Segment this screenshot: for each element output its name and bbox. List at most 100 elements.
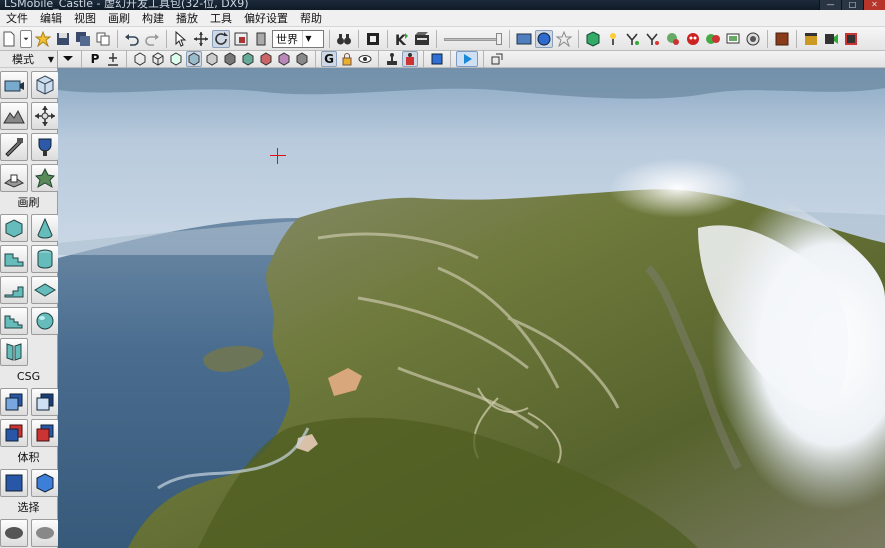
stop-icon[interactable]	[429, 51, 445, 67]
csg-intersect-button[interactable]	[0, 419, 28, 447]
wireframe-icon[interactable]	[150, 51, 166, 67]
menu-view[interactable]: 视图	[68, 10, 102, 27]
viewport-menu-icon[interactable]	[60, 51, 76, 67]
build-all-icon[interactable]	[664, 30, 682, 48]
material-editor-icon[interactable]	[773, 30, 791, 48]
save-all-icon[interactable]	[74, 30, 92, 48]
unlit-icon[interactable]	[168, 51, 184, 67]
sheet-brush-button[interactable]	[0, 338, 28, 366]
cube-brush-button[interactable]	[0, 214, 28, 242]
lock-icon[interactable]	[339, 51, 355, 67]
maximize-button[interactable]: □	[841, 0, 863, 10]
select-pointer-icon[interactable]	[172, 30, 190, 48]
camera-mode-button[interactable]	[0, 71, 28, 99]
lighting-globe-icon[interactable]	[535, 29, 553, 48]
build-geometry-icon[interactable]	[584, 30, 602, 48]
spiral-stairs-brush-button[interactable]	[0, 276, 28, 304]
window-controls: — □ ✕	[819, 0, 885, 10]
undo-icon[interactable]	[123, 30, 141, 48]
nonuniform-scale-icon[interactable]	[252, 30, 270, 48]
play-in-editor-icon[interactable]	[684, 30, 702, 48]
build-cover-icon[interactable]	[644, 30, 662, 48]
minimize-button[interactable]: —	[819, 0, 841, 10]
record-icon[interactable]	[822, 30, 840, 48]
curved-stairs-brush-button[interactable]	[0, 307, 28, 335]
terrain-mode-button[interactable]	[0, 102, 28, 130]
build-lighting-icon[interactable]	[604, 30, 622, 48]
mobile-icon[interactable]	[744, 30, 762, 48]
binoculars-icon[interactable]	[335, 30, 353, 48]
lighting-only-icon[interactable]	[204, 51, 220, 67]
maximize-viewport-icon[interactable]	[489, 51, 505, 67]
perspective-toggle[interactable]: P	[87, 51, 103, 67]
toolbar-separator	[578, 29, 579, 48]
eye-icon[interactable]	[357, 51, 373, 67]
show-selected-button[interactable]	[0, 519, 28, 547]
favorite-star-icon[interactable]	[34, 30, 52, 48]
menu-file[interactable]: 文件	[0, 10, 34, 27]
move-mode-button[interactable]	[31, 102, 59, 130]
brush-wireframe-icon[interactable]	[132, 51, 148, 67]
coordinate-system-select[interactable]: 世界 ▼	[272, 29, 324, 48]
lock-viewport-icon[interactable]	[105, 51, 121, 67]
add-special-button[interactable]	[31, 469, 59, 497]
save-icon[interactable]	[54, 30, 72, 48]
light-complexity-icon[interactable]	[222, 51, 238, 67]
menu-brush[interactable]: 画刷	[102, 10, 136, 27]
realtime-actor-icon[interactable]	[402, 51, 418, 67]
sphere-brush-button[interactable]	[31, 307, 59, 335]
build-paths-icon[interactable]	[624, 30, 642, 48]
menu-edit[interactable]: 编辑	[34, 10, 68, 27]
lit-icon[interactable]	[186, 51, 202, 67]
cylinder-brush-button[interactable]	[31, 245, 59, 273]
joystick-icon[interactable]	[384, 51, 400, 67]
clapper-icon[interactable]	[802, 30, 820, 48]
texture-align-mode-button[interactable]	[0, 133, 28, 161]
kismet-icon[interactable]: K	[393, 30, 411, 48]
game-view-toggle[interactable]: G	[321, 51, 337, 67]
csg-deintersect-button[interactable]	[31, 419, 59, 447]
close-button[interactable]: ✕	[863, 0, 885, 10]
content-browser-icon[interactable]	[364, 30, 382, 48]
copy-icon[interactable]	[94, 30, 112, 48]
new-dropdown-icon[interactable]	[20, 29, 32, 48]
translate-icon[interactable]	[192, 30, 210, 48]
perspective-viewport[interactable]	[58, 68, 885, 548]
geometry-mode-button[interactable]	[31, 71, 59, 99]
mesh-paint-mode-button[interactable]	[31, 133, 59, 161]
redo-icon[interactable]	[143, 30, 161, 48]
menu-preferences[interactable]: 偏好设置	[238, 10, 294, 27]
hide-selected-button[interactable]	[31, 519, 59, 547]
chevron-down-icon[interactable]: ▼	[48, 55, 54, 64]
menu-build[interactable]: 构建	[136, 10, 170, 27]
star-outline-icon[interactable]	[555, 30, 573, 48]
lightmap-density-icon[interactable]	[276, 51, 292, 67]
scale-icon[interactable]	[232, 30, 250, 48]
realtime-preview-icon[interactable]	[515, 30, 533, 48]
console-icon[interactable]	[724, 30, 742, 48]
shader-complexity-icon[interactable]	[258, 51, 274, 67]
csg-add-button[interactable]	[0, 388, 28, 416]
static-mesh-mode-button[interactable]	[0, 164, 28, 192]
menu-help[interactable]: 帮助	[294, 10, 328, 27]
foliage-mode-button[interactable]	[31, 164, 59, 192]
play-icon[interactable]	[456, 51, 478, 67]
new-file-icon[interactable]	[0, 30, 18, 48]
select-buttons	[0, 516, 59, 548]
csg-subtract-button[interactable]	[31, 388, 59, 416]
menu-tools[interactable]: 工具	[204, 10, 238, 27]
play-on-pc-icon[interactable]	[704, 30, 722, 48]
texture-density-icon[interactable]	[240, 51, 256, 67]
rotate-icon[interactable]	[212, 29, 230, 48]
cone-brush-button[interactable]	[31, 214, 59, 242]
stairs-brush-button[interactable]	[0, 245, 28, 273]
menu-play[interactable]: 播放	[170, 10, 204, 27]
film-icon[interactable]	[842, 30, 860, 48]
lighting-cache-icon[interactable]	[294, 51, 310, 67]
chevron-down-icon: ▼	[302, 30, 314, 47]
matinee-icon[interactable]	[413, 30, 431, 48]
add-volume-button[interactable]	[0, 469, 28, 497]
plane-brush-button[interactable]	[31, 276, 59, 304]
mode-buttons	[0, 68, 59, 195]
camera-speed-slider[interactable]	[442, 32, 504, 46]
